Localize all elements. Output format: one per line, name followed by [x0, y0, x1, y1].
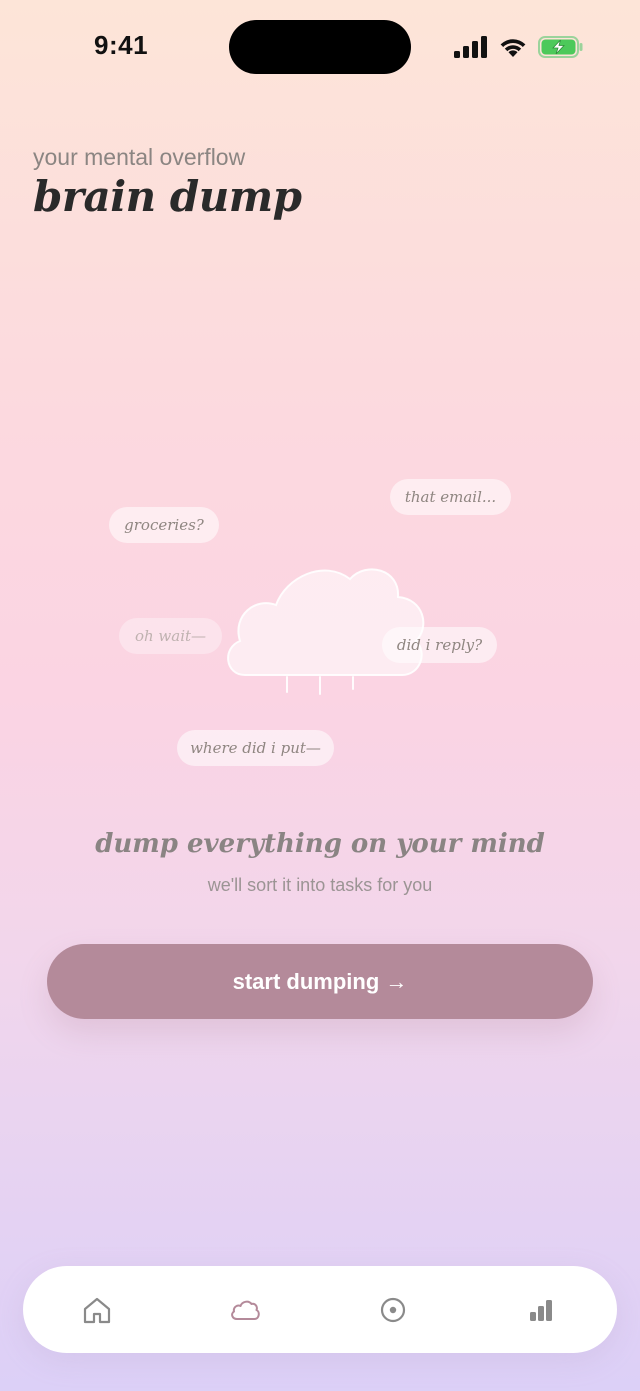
- tab-home[interactable]: [23, 1266, 171, 1353]
- battery-charging-icon: [538, 36, 584, 58]
- thought-bubble: that email...: [390, 479, 511, 515]
- tab-bar: [23, 1266, 617, 1353]
- status-icons: [454, 34, 584, 60]
- stats-icon: [530, 1299, 552, 1321]
- focus-icon: [380, 1297, 406, 1322]
- home-icon: [83, 1297, 111, 1323]
- start-dumping-button[interactable]: start dumping →: [47, 944, 593, 1019]
- cloud-icon: [231, 1300, 260, 1320]
- page-title: brain dump: [33, 172, 302, 221]
- cellular-signal-icon: [454, 36, 488, 58]
- thought-bubble: groceries?: [109, 507, 219, 543]
- thought-bubble: oh wait—: [119, 618, 222, 654]
- prompt-title: dump everything on your mind: [95, 829, 545, 859]
- dynamic-island: [229, 20, 411, 74]
- prompt-subtitle: we'll sort it into tasks for you: [207, 875, 433, 895]
- wifi-icon: [498, 36, 528, 58]
- thought-bubble: where did i put—: [177, 730, 334, 766]
- page-subtitle: your mental overflow: [33, 144, 246, 170]
- thought-bubble: did i reply?: [382, 627, 497, 663]
- tab-brain-dump[interactable]: [171, 1266, 319, 1353]
- tab-focus[interactable]: [319, 1266, 467, 1353]
- status-time: 9:41: [94, 30, 149, 60]
- status-bar: 9:41: [0, 0, 640, 94]
- tab-stats[interactable]: [467, 1266, 615, 1353]
